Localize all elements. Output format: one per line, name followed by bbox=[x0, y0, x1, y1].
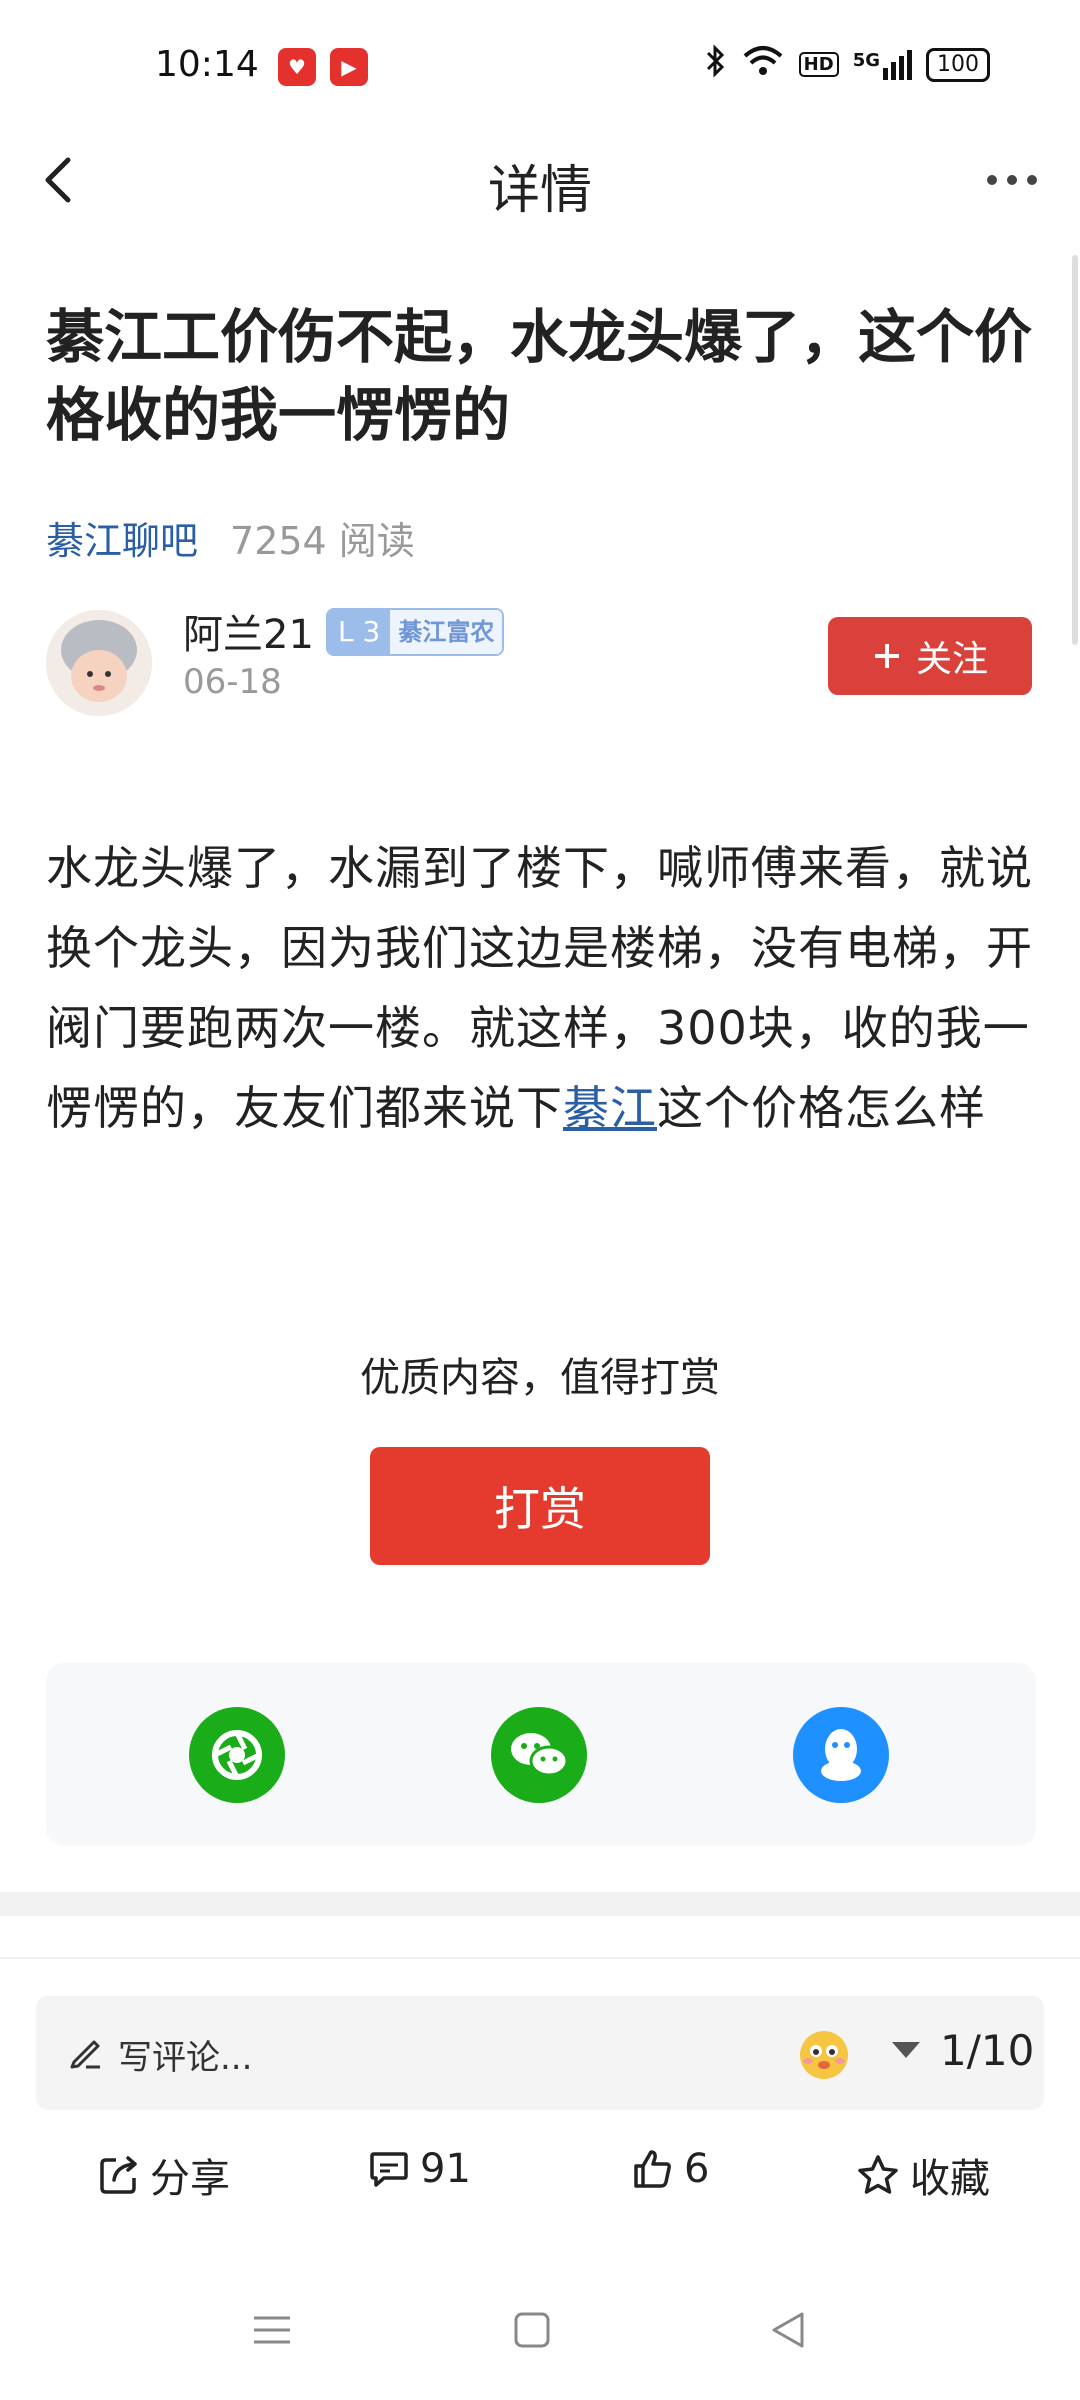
dropdown-arrow-icon[interactable] bbox=[892, 2042, 920, 2058]
share-icon bbox=[100, 2156, 137, 2194]
home-square-icon bbox=[514, 2312, 550, 2348]
star-icon bbox=[858, 2155, 898, 2194]
page-indicator[interactable]: 1/10 bbox=[940, 2026, 1034, 2075]
post-body-tail: 这个价格怎么样 bbox=[657, 1081, 986, 1135]
thumbs-up-icon bbox=[634, 2150, 671, 2188]
qq-icon bbox=[821, 1729, 861, 1781]
post-title: 綦江工价伤不起，水龙头爆了，这个价格收的我一愣愣的 bbox=[46, 303, 1033, 449]
comments-button[interactable]: 91 bbox=[368, 2146, 471, 2192]
moments-icon bbox=[212, 1730, 262, 1780]
wifi-icon bbox=[741, 44, 785, 85]
more-options-button[interactable] bbox=[982, 150, 1042, 210]
like-count: 6 bbox=[684, 2146, 710, 2192]
plus-icon bbox=[874, 644, 899, 668]
video-app-icon: ▶ bbox=[330, 48, 368, 86]
menu-icon bbox=[254, 2316, 290, 2344]
read-count: 7254 阅读 bbox=[230, 519, 415, 563]
home-nav-button[interactable] bbox=[512, 2310, 552, 2354]
wechat-share-button[interactable] bbox=[491, 1707, 587, 1803]
status-time: 10:14 bbox=[155, 44, 259, 85]
pencil-icon bbox=[66, 2032, 106, 2072]
favorite-button[interactable]: 收藏 bbox=[856, 2146, 990, 2204]
level-number: L 3 bbox=[328, 610, 391, 654]
back-triangle-icon bbox=[772, 2312, 804, 2348]
follow-label: 关注 bbox=[915, 639, 988, 680]
comment-count: 91 bbox=[420, 2146, 471, 2192]
share-label: 分享 bbox=[150, 2156, 230, 2202]
reward-prompt: 优质内容，值得打赏 bbox=[360, 1355, 720, 1401]
battery-icon: 100 bbox=[926, 47, 990, 82]
page-title: 详情 bbox=[487, 161, 592, 221]
notification-app-icon: ♥ bbox=[278, 48, 316, 86]
emoji-icon[interactable] bbox=[796, 2025, 852, 2081]
author-name[interactable]: 阿兰21 bbox=[183, 602, 314, 660]
status-icons: HD 5G 100 bbox=[705, 44, 990, 85]
more-icon bbox=[987, 175, 1037, 185]
favorite-label: 收藏 bbox=[910, 2156, 990, 2202]
like-button[interactable]: 6 bbox=[632, 2146, 709, 2192]
topic-link[interactable]: 綦江 bbox=[563, 1081, 657, 1135]
level-title: 綦江富农 bbox=[390, 610, 503, 654]
back-nav-button[interactable] bbox=[768, 2310, 808, 2354]
menu-nav-button[interactable] bbox=[252, 2310, 292, 2354]
avatar[interactable] bbox=[46, 610, 152, 716]
post-meta: 綦江聊吧 7254 阅读 bbox=[46, 510, 415, 565]
hd-icon: HD bbox=[798, 52, 839, 77]
post-body: 水龙头爆了，水漏到了楼下，喊师傅来看，就说换个龙头，因为我们这边是楼梯，没有电梯… bbox=[46, 828, 1036, 1148]
forum-link[interactable]: 綦江聊吧 bbox=[46, 510, 198, 565]
divider-line bbox=[0, 1957, 1080, 1959]
bluetooth-icon bbox=[705, 44, 727, 85]
qq-share-button[interactable] bbox=[793, 1707, 889, 1803]
wechat-icon bbox=[511, 1733, 569, 1777]
moments-share-button[interactable] bbox=[189, 1707, 285, 1803]
cellular-signal-icon: 5G bbox=[853, 49, 912, 80]
section-divider bbox=[0, 1892, 1080, 1916]
comment-icon bbox=[370, 2152, 408, 2187]
scrollbar[interactable] bbox=[1072, 255, 1078, 645]
follow-button[interactable]: 关注 bbox=[828, 617, 1032, 695]
level-badge: L 3 綦江富农 bbox=[326, 608, 505, 656]
share-button[interactable]: 分享 bbox=[98, 2146, 230, 2204]
comment-placeholder[interactable]: 写评论... bbox=[118, 2030, 252, 2079]
reward-button[interactable]: 打赏 bbox=[370, 1447, 710, 1565]
post-date: 06-18 bbox=[183, 662, 282, 702]
